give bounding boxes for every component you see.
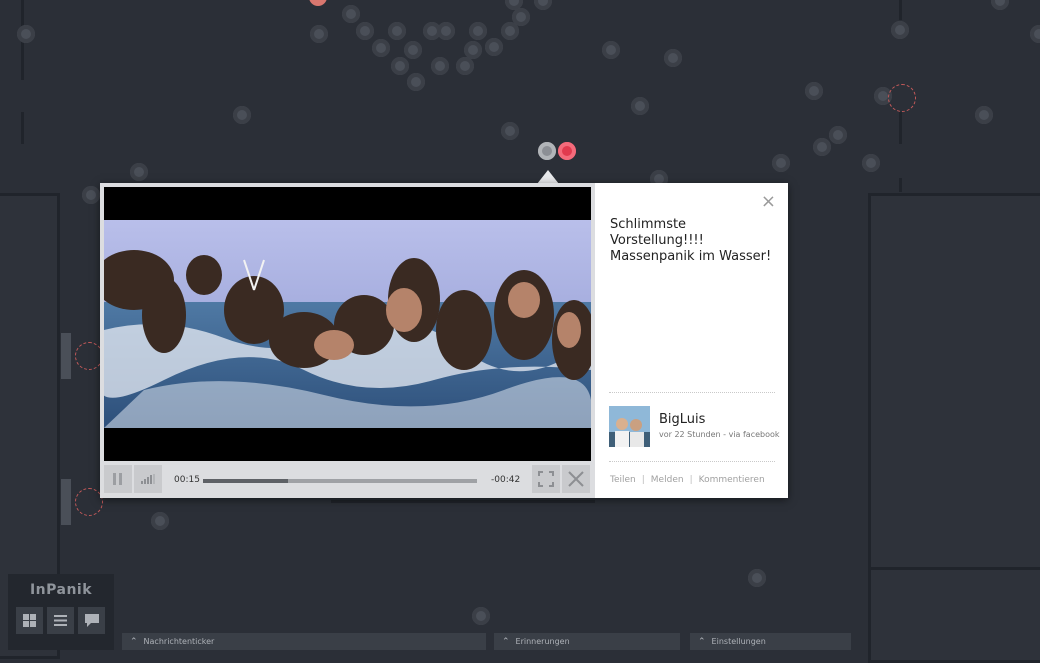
seat[interactable] bbox=[772, 154, 790, 172]
post-details: × Schlimmste Vorstellung!!!! Massenpanik… bbox=[595, 183, 788, 498]
report-link[interactable]: Melden bbox=[651, 475, 684, 485]
map-wall bbox=[899, 178, 902, 192]
seat[interactable] bbox=[456, 57, 474, 75]
avatar-photo bbox=[609, 406, 650, 447]
seat[interactable] bbox=[388, 22, 406, 40]
share-link[interactable]: Teilen bbox=[610, 475, 636, 485]
post-text: Schlimmste Vorstellung!!!! Massenpanik i… bbox=[610, 217, 772, 264]
seat[interactable] bbox=[431, 57, 449, 75]
tab-memories[interactable]: ⌃ Erinnerungen bbox=[494, 633, 680, 650]
active-post-marker[interactable] bbox=[558, 142, 576, 160]
seat[interactable] bbox=[404, 41, 422, 59]
post-popup: 00:15 -00:42 × Schlimmste Vorstellung!!!… bbox=[100, 183, 788, 498]
seat[interactable] bbox=[309, 0, 327, 6]
seat[interactable] bbox=[805, 82, 823, 100]
selected-seat-marker[interactable] bbox=[538, 142, 556, 160]
avatar[interactable] bbox=[609, 406, 650, 447]
pause-icon bbox=[113, 473, 122, 485]
map-wall bbox=[899, 0, 902, 20]
seat[interactable] bbox=[512, 8, 530, 26]
seat[interactable] bbox=[342, 5, 360, 23]
video-controls: 00:15 -00:42 bbox=[100, 461, 595, 498]
divider bbox=[609, 461, 775, 462]
popup-pointer bbox=[537, 170, 559, 184]
seat[interactable] bbox=[664, 49, 682, 67]
chevron-up-icon: ⌃ bbox=[698, 637, 706, 647]
seat[interactable] bbox=[991, 0, 1009, 10]
seat[interactable] bbox=[130, 163, 148, 181]
seat[interactable] bbox=[813, 138, 831, 156]
seat[interactable] bbox=[391, 57, 409, 75]
seat-highlight-ring bbox=[75, 342, 103, 370]
close-video-button[interactable] bbox=[562, 465, 590, 493]
tab-settings[interactable]: ⌃ Einstellungen bbox=[690, 633, 851, 650]
map-block bbox=[868, 567, 1040, 663]
list-view-icon bbox=[54, 615, 67, 626]
seat[interactable] bbox=[862, 154, 880, 172]
volume-button[interactable] bbox=[134, 465, 162, 493]
map-wall bbox=[61, 479, 71, 525]
seat[interactable] bbox=[485, 38, 503, 56]
seat[interactable] bbox=[1030, 25, 1040, 43]
seat[interactable] bbox=[151, 512, 169, 530]
video-player: 00:15 -00:42 bbox=[100, 183, 595, 498]
post-meta: vor 22 Stunden - via facebook bbox=[659, 430, 780, 439]
seat[interactable] bbox=[310, 25, 328, 43]
map-wall bbox=[61, 333, 71, 379]
pause-button[interactable] bbox=[104, 465, 132, 493]
seat-highlight-ring bbox=[888, 84, 916, 112]
chat-icon bbox=[84, 614, 99, 627]
seat[interactable] bbox=[534, 0, 552, 10]
seat[interactable] bbox=[407, 73, 425, 91]
tab-label: Einstellungen bbox=[711, 637, 766, 646]
map-wall bbox=[331, 500, 595, 503]
fullscreen-icon bbox=[538, 471, 554, 487]
close-icon bbox=[568, 471, 584, 487]
seat[interactable] bbox=[748, 569, 766, 587]
seat[interactable] bbox=[891, 21, 909, 39]
video-frame[interactable] bbox=[104, 187, 591, 461]
author-name[interactable]: BigLuis bbox=[659, 412, 705, 427]
seat[interactable] bbox=[356, 22, 374, 40]
progress-bar[interactable] bbox=[203, 479, 477, 483]
divider bbox=[609, 392, 775, 393]
seat[interactable] bbox=[631, 97, 649, 115]
seat[interactable] bbox=[975, 106, 993, 124]
comment-link[interactable]: Kommentieren bbox=[699, 475, 765, 485]
seat[interactable] bbox=[501, 122, 519, 140]
grid-view-button[interactable] bbox=[16, 607, 43, 634]
seat[interactable] bbox=[372, 39, 390, 57]
list-view-button[interactable] bbox=[47, 607, 74, 634]
seat-highlight-ring bbox=[75, 488, 103, 516]
chevron-up-icon: ⌃ bbox=[502, 637, 510, 647]
fullscreen-button[interactable] bbox=[532, 465, 560, 493]
remaining-time: -00:42 bbox=[491, 475, 521, 485]
volume-icon bbox=[141, 474, 155, 484]
progress-fill bbox=[203, 479, 288, 483]
seat[interactable] bbox=[602, 41, 620, 59]
seat[interactable] bbox=[17, 25, 35, 43]
grid-view-icon bbox=[23, 614, 36, 627]
video-thumbnail bbox=[104, 220, 591, 428]
seat[interactable] bbox=[464, 41, 482, 59]
tab-label: Nachrichtenticker bbox=[143, 637, 215, 646]
chat-button[interactable] bbox=[78, 607, 105, 634]
elapsed-time: 00:15 bbox=[174, 475, 200, 485]
seat[interactable] bbox=[437, 22, 455, 40]
close-popup-button[interactable]: × bbox=[761, 191, 776, 212]
tab-label: Erinnerungen bbox=[515, 637, 570, 646]
map-block bbox=[868, 193, 1040, 571]
seat[interactable] bbox=[233, 106, 251, 124]
seat[interactable] bbox=[82, 186, 100, 204]
chevron-up-icon: ⌃ bbox=[130, 637, 138, 647]
app-dock: InPanik bbox=[8, 574, 114, 650]
seat[interactable] bbox=[829, 126, 847, 144]
map-wall bbox=[21, 112, 24, 144]
seat[interactable] bbox=[469, 22, 487, 40]
seat[interactable] bbox=[472, 607, 490, 625]
app-logo: InPanik bbox=[29, 582, 93, 598]
tab-newsticker[interactable]: ⌃ Nachrichtenticker bbox=[122, 633, 486, 650]
post-actions: Teilen | Melden | Kommentieren bbox=[610, 475, 765, 485]
map-wall bbox=[899, 112, 902, 144]
